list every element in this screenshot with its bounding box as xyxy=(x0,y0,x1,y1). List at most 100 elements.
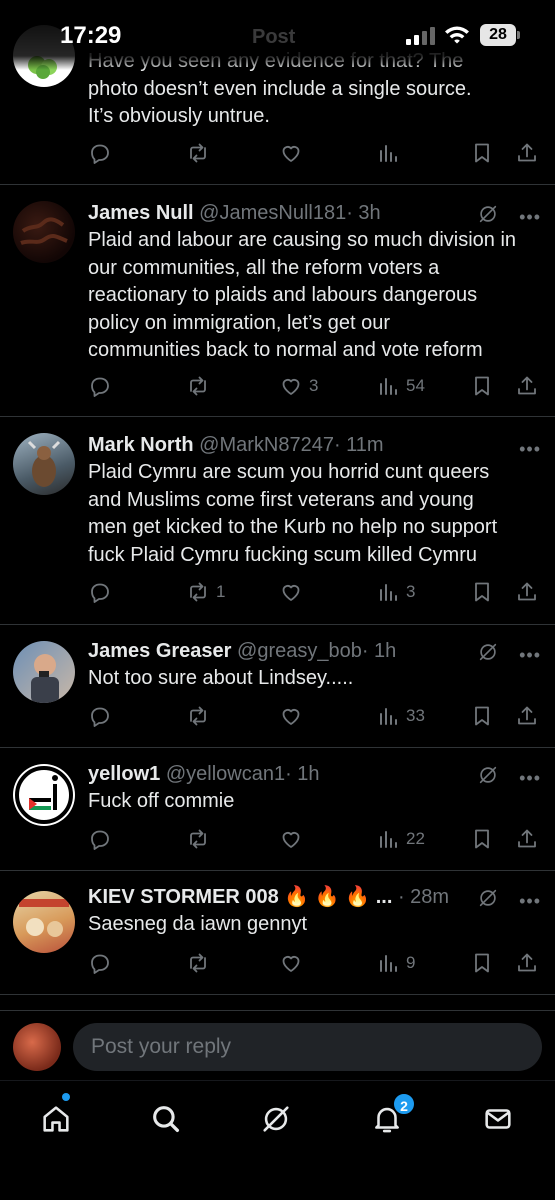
repost-button[interactable]: 1 xyxy=(186,579,225,605)
more-options-icon[interactable]: ••• xyxy=(519,203,541,231)
author-handle[interactable]: @JamesNull181 xyxy=(199,202,346,224)
heart-icon xyxy=(279,951,303,975)
reply-icon xyxy=(88,580,112,604)
bookmark-button[interactable] xyxy=(470,373,494,399)
views-button[interactable]: 33 xyxy=(376,703,425,729)
share-icon xyxy=(515,141,539,165)
tweet-actions: 22 xyxy=(0,826,555,852)
like-button[interactable] xyxy=(279,703,309,729)
home-icon xyxy=(43,1106,69,1132)
views-button[interactable]: 54 xyxy=(376,373,425,399)
like-button[interactable] xyxy=(279,826,309,852)
avatar[interactable] xyxy=(13,764,75,826)
grok-icon[interactable] xyxy=(477,203,499,233)
like-button[interactable] xyxy=(279,950,309,976)
views-icon xyxy=(376,374,400,398)
avatar[interactable] xyxy=(13,433,75,495)
battery-indicator: 28 xyxy=(480,24,520,46)
reply-button[interactable] xyxy=(88,373,118,399)
tweet[interactable]: KIEV STORMER 008 🔥 🔥 🔥 ... · 28m ••• Sae… xyxy=(0,871,555,995)
heart-icon xyxy=(279,827,303,851)
author-name[interactable]: James Null xyxy=(88,202,194,224)
more-options-icon[interactable]: ••• xyxy=(519,435,541,463)
views-button[interactable]: 3 xyxy=(376,579,415,605)
own-avatar[interactable] xyxy=(13,1023,61,1071)
author-handle[interactable]: @yellowcan1 xyxy=(166,763,285,785)
grok-icon[interactable] xyxy=(477,764,499,794)
repost-button[interactable] xyxy=(186,950,216,976)
author-handle[interactable]: @greasy_bob xyxy=(237,640,362,662)
more-options-icon[interactable]: ••• xyxy=(519,764,541,792)
views-icon xyxy=(376,951,400,975)
tab-home[interactable] xyxy=(36,1099,76,1139)
share-button[interactable] xyxy=(515,950,539,976)
more-options-icon[interactable]: ••• xyxy=(519,887,541,915)
tweet-time: · 1h xyxy=(361,640,397,662)
tweet-actions: 3 54 xyxy=(0,373,555,399)
like-button[interactable] xyxy=(279,140,303,166)
share-button[interactable] xyxy=(515,703,539,729)
avatar[interactable] xyxy=(13,201,75,263)
reply-button[interactable] xyxy=(88,950,118,976)
grok-icon[interactable] xyxy=(477,641,499,671)
tweet-actions xyxy=(0,140,555,166)
views-button[interactable]: 22 xyxy=(376,826,425,852)
views-button[interactable] xyxy=(376,140,400,166)
tweet-line: photo doesn’t even include a single sour… xyxy=(88,77,472,100)
bookmark-button[interactable] xyxy=(470,703,494,729)
like-button[interactable]: 3 xyxy=(279,373,318,399)
tweet[interactable]: yellow1 @yellowcan1· 1h ••• Fuck off com… xyxy=(0,748,555,871)
view-count: 22 xyxy=(406,829,425,848)
tweet[interactable]: James Null @JamesNull181· 3h ••• Plaid a… xyxy=(0,185,555,417)
bookmark-button[interactable] xyxy=(470,140,494,166)
author-handle[interactable]: @MarkN87247 xyxy=(199,434,334,456)
grok-icon[interactable] xyxy=(477,887,499,917)
share-button[interactable] xyxy=(515,373,539,399)
author-name[interactable]: James Greaser xyxy=(88,640,231,662)
share-icon xyxy=(515,374,539,398)
tweet-line: Plaid Cymru are scum you horrid cunt que… xyxy=(88,461,490,483)
avatar[interactable] xyxy=(13,891,75,953)
bookmark-icon xyxy=(470,704,494,728)
view-count: 3 xyxy=(406,582,416,601)
repost-count: 1 xyxy=(216,582,226,601)
tab-search[interactable] xyxy=(146,1099,186,1139)
status-time: 17:29 xyxy=(60,22,122,49)
repost-button[interactable] xyxy=(186,703,216,729)
author-name[interactable]: yellow1 xyxy=(88,763,160,785)
reply-button[interactable] xyxy=(88,579,118,605)
tweet-text: Plaid and labour are causing so much div… xyxy=(88,227,541,365)
share-button[interactable] xyxy=(515,826,539,852)
more-options-icon[interactable]: ••• xyxy=(519,641,541,669)
tweet-time: · 1h xyxy=(285,763,320,785)
repost-button[interactable] xyxy=(186,140,210,166)
tweet-line: and Muslims come first veterans and youn… xyxy=(88,488,474,511)
author-name[interactable]: KIEV STORMER 008 🔥 🔥 🔥 ... xyxy=(88,886,392,908)
tweet-line: our communities, all the reform voters a xyxy=(88,256,440,279)
repost-button[interactable] xyxy=(186,373,216,399)
reply-button[interactable] xyxy=(88,703,118,729)
views-button[interactable]: 9 xyxy=(376,950,415,976)
repost-button[interactable] xyxy=(186,826,216,852)
tab-grok[interactable] xyxy=(256,1099,296,1139)
tab-messages[interactable] xyxy=(478,1099,518,1139)
tweet[interactable]: Mark North @MarkN87247· 11m ••• Plaid Cy… xyxy=(0,417,555,625)
bookmark-button[interactable] xyxy=(470,826,494,852)
heart-icon xyxy=(279,374,303,398)
heart-icon xyxy=(279,580,303,604)
reply-button[interactable] xyxy=(88,826,118,852)
avatar[interactable] xyxy=(13,641,75,703)
tweet-line: Not too sure about Lindsey..... xyxy=(88,667,354,689)
repost-icon xyxy=(186,704,210,728)
reply-input[interactable] xyxy=(73,1023,542,1071)
share-button[interactable] xyxy=(515,140,539,166)
author-name[interactable]: Mark North xyxy=(88,434,194,456)
reply-button[interactable] xyxy=(88,140,112,166)
bookmark-button[interactable] xyxy=(470,950,494,976)
share-button[interactable] xyxy=(515,579,539,605)
like-button[interactable] xyxy=(279,579,309,605)
tweet-text: Plaid Cymru are scum you horrid cunt que… xyxy=(88,459,541,569)
tweet[interactable]: James Greaser @greasy_bob· 1h ••• Not to… xyxy=(0,625,555,748)
bookmark-button[interactable] xyxy=(470,579,494,605)
wifi-icon xyxy=(444,24,470,51)
